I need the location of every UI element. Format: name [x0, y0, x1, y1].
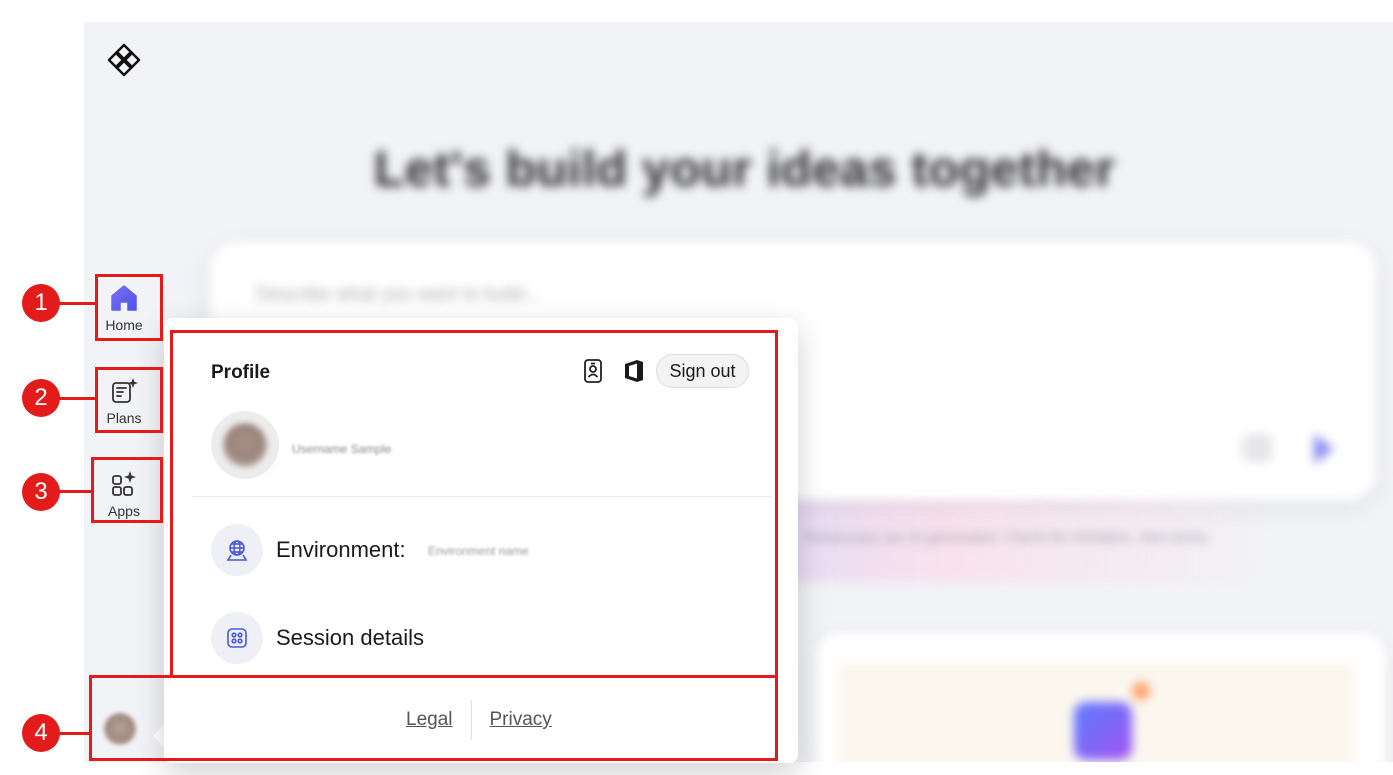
suggestion-card[interactable]: [816, 632, 1386, 762]
connector-2: [56, 397, 96, 400]
attach-button[interactable]: [1242, 434, 1272, 462]
screenshot-stage: Let's build your ideas together Describe…: [0, 0, 1393, 775]
highlight-box-profile-bottom: [89, 675, 778, 761]
disclaimer-note: Responses are AI-generated. Check for mi…: [804, 529, 1208, 546]
spark-icon: [1132, 682, 1150, 700]
hero-title: Let's build your ideas together: [374, 141, 1116, 197]
callout-badge-3: 3: [22, 473, 60, 511]
app-tile-icon: [1074, 702, 1132, 760]
disclaimer-text: Responses are AI-generated. Check for mi…: [804, 529, 1208, 546]
callout-badge-2: 2: [22, 379, 60, 417]
callout-badge-4: 4: [22, 714, 60, 752]
connector-4: [56, 732, 90, 735]
highlight-box-profile-top: [170, 330, 778, 678]
highlight-box-plans: [95, 367, 163, 433]
connector-1: [56, 302, 96, 305]
connector-3: [56, 490, 92, 493]
prompt-placeholder: Describe what you want to build...: [256, 284, 541, 305]
highlight-box-apps: [91, 457, 163, 523]
highlight-box-home: [95, 274, 163, 341]
send-icon[interactable]: [1314, 434, 1334, 464]
callout-badge-1: 1: [22, 284, 60, 322]
